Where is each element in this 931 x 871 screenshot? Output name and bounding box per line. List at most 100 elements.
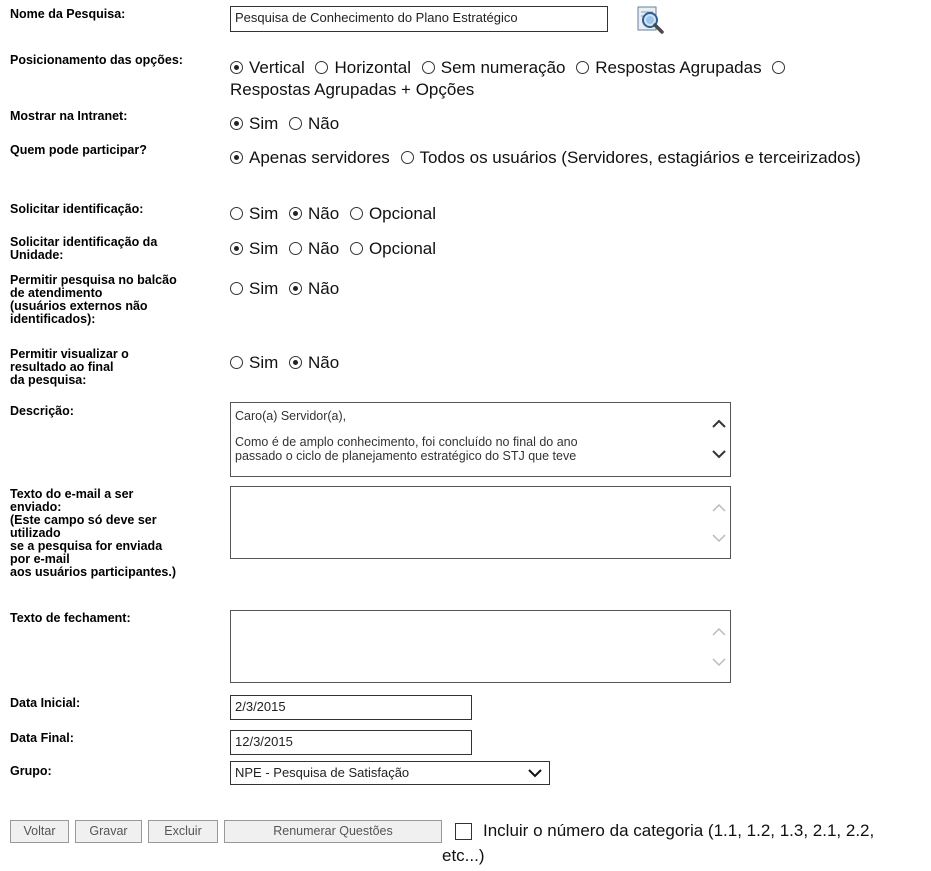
descricao-text: Caro(a) Servidor(a), Como é de amplo con… — [235, 409, 704, 463]
option-respostas-agrupadas[interactable]: Respostas Agrupadas — [576, 57, 762, 79]
radio-nao[interactable] — [289, 356, 303, 369]
option-sim[interactable]: Sim — [230, 113, 278, 135]
scroll-up-icon[interactable] — [710, 499, 728, 517]
option-horizontal[interactable]: Horizontal — [315, 57, 411, 79]
option-label: Opcional — [368, 239, 437, 258]
nome-input[interactable]: Pesquisa de Conhecimento do Plano Estrat… — [230, 6, 608, 32]
option-label: Não — [308, 353, 340, 372]
scroll-down-icon[interactable] — [710, 653, 728, 671]
grupo-select[interactable]: NPE - Pesquisa de Satisfação — [230, 761, 550, 785]
renumerar-button[interactable]: Renumerar Questões — [224, 820, 442, 843]
scroll-up-icon[interactable] — [710, 415, 728, 433]
resultado-label: Permitir visualizar o resultado ao final… — [10, 348, 129, 387]
radio-sim[interactable] — [230, 356, 243, 369]
scroll-down-icon[interactable] — [710, 529, 728, 547]
search-document-icon[interactable] — [634, 4, 666, 36]
text-line: Caro(a) Servidor(a), — [235, 409, 347, 423]
label-line: identificados): — [10, 312, 96, 326]
radio-apenas-servidores[interactable] — [230, 151, 243, 164]
intranet-options: Sim Não — [230, 113, 345, 135]
intranet-label: Mostrar na Intranet: — [10, 109, 128, 123]
option-label: Não — [308, 279, 340, 298]
resultado-options: Sim Não — [230, 352, 345, 374]
option-nao[interactable]: Não — [289, 352, 339, 374]
scroll-down-icon[interactable] — [710, 445, 728, 463]
descricao-label: Descrição: — [10, 404, 74, 418]
radio-nao[interactable] — [289, 117, 303, 130]
identificacao-unidade-label: Solicitar identificação da Unidade: — [10, 236, 157, 262]
scroll-up-icon[interactable] — [710, 623, 728, 641]
posicionamento-label: Posicionamento das opções: — [10, 53, 183, 67]
option-nao[interactable]: Não — [289, 238, 339, 260]
radio-todos-usuarios[interactable] — [400, 151, 414, 164]
data-final-input[interactable]: 12/3/2015 — [230, 730, 472, 755]
option-label: Não — [308, 114, 340, 133]
option-label: Vertical — [249, 58, 305, 77]
option-vertical[interactable]: Vertical — [230, 57, 305, 79]
option-label: Não — [308, 204, 340, 223]
chevron-down-icon — [527, 765, 543, 784]
option-sem-numeracao[interactable]: Sem numeração — [421, 57, 566, 79]
excluir-button[interactable]: Excluir — [148, 820, 218, 843]
radio-respostas-agrupadas[interactable] — [576, 61, 590, 74]
radio-opcional[interactable] — [349, 207, 363, 220]
option-nao[interactable]: Não — [289, 278, 339, 300]
grupo-label: Grupo: — [10, 764, 52, 778]
radio-opcional[interactable] — [349, 242, 363, 255]
participar-label: Quem pode participar? — [10, 143, 147, 157]
data-inicial-input[interactable]: 2/3/2015 — [230, 695, 472, 720]
option-label: Horizontal — [334, 58, 412, 77]
radio-respostas-agrupadas-opcoes[interactable] — [772, 61, 786, 74]
voltar-button[interactable]: Voltar — [10, 820, 69, 843]
option-label: Sim — [249, 204, 279, 223]
option-label: Sim — [249, 353, 279, 372]
label-line: aos usuários participantes.) — [10, 565, 177, 579]
radio-horizontal[interactable] — [315, 61, 329, 74]
fechamento-textarea[interactable] — [230, 610, 731, 683]
posicionamento-options: Vertical Horizontal Sem numeração Respos… — [230, 57, 910, 101]
grupo-selected-value: NPE - Pesquisa de Satisfação — [235, 765, 410, 780]
option-label: Não — [308, 239, 340, 258]
label-line: Unidade: — [10, 248, 64, 262]
option-sim[interactable]: Sim — [230, 278, 278, 300]
option-sim[interactable]: Sim — [230, 352, 278, 374]
radio-nao[interactable] — [289, 207, 303, 220]
descricao-textarea[interactable]: Caro(a) Servidor(a), Como é de amplo con… — [230, 402, 731, 477]
radio-sim[interactable] — [230, 117, 243, 130]
option-label: Apenas servidores — [249, 148, 390, 167]
email-textarea[interactable] — [230, 486, 731, 559]
option-label: Sem numeração — [440, 58, 566, 77]
radio-vertical[interactable] — [230, 61, 243, 74]
identificacao-unidade-options: Sim Não Opcional — [230, 238, 442, 260]
data-inicial-label: Data Inicial: — [10, 696, 81, 710]
gravar-button[interactable]: Gravar — [75, 820, 142, 843]
text-line: Como é de amplo conhecimento, foi conclu… — [235, 435, 578, 449]
radio-nao[interactable] — [289, 242, 303, 255]
radio-sim[interactable] — [230, 282, 243, 295]
nome-label: Nome da Pesquisa: — [10, 7, 126, 21]
option-sim[interactable]: Sim — [230, 203, 278, 225]
identificacao-options: Sim Não Opcional — [230, 203, 442, 225]
incluir-categoria-label-cont: etc...) — [442, 846, 485, 865]
option-nao[interactable]: Não — [289, 113, 339, 135]
option-sim[interactable]: Sim — [230, 238, 278, 260]
option-label: Sim — [249, 239, 279, 258]
option-apenas-servidores[interactable]: Apenas servidores — [230, 147, 390, 169]
option-opcional[interactable]: Opcional — [349, 203, 437, 225]
incluir-categoria-checkbox[interactable] — [455, 823, 472, 840]
fechamento-label: Texto de fechament: — [10, 611, 131, 625]
radio-sim[interactable] — [230, 207, 243, 220]
option-opcional[interactable]: Opcional — [349, 238, 437, 260]
identificacao-label: Solicitar identificação: — [10, 202, 144, 216]
radio-nao[interactable] — [289, 282, 303, 295]
option-label: Opcional — [368, 204, 437, 223]
option-nao[interactable]: Não — [289, 203, 339, 225]
radio-sem-numeracao[interactable] — [421, 61, 435, 74]
text-line: passado o ciclo de planejamento estratég… — [235, 449, 577, 463]
balcao-options: Sim Não — [230, 278, 345, 300]
radio-sim[interactable] — [230, 242, 243, 255]
email-label: Texto do e-mail a ser enviado: (Este cam… — [10, 488, 176, 579]
option-label-todos-usuarios: Todos os usuários (Servidores, estagiári… — [419, 148, 861, 167]
option-label: Sim — [249, 279, 279, 298]
data-final-label: Data Final: — [10, 731, 74, 745]
